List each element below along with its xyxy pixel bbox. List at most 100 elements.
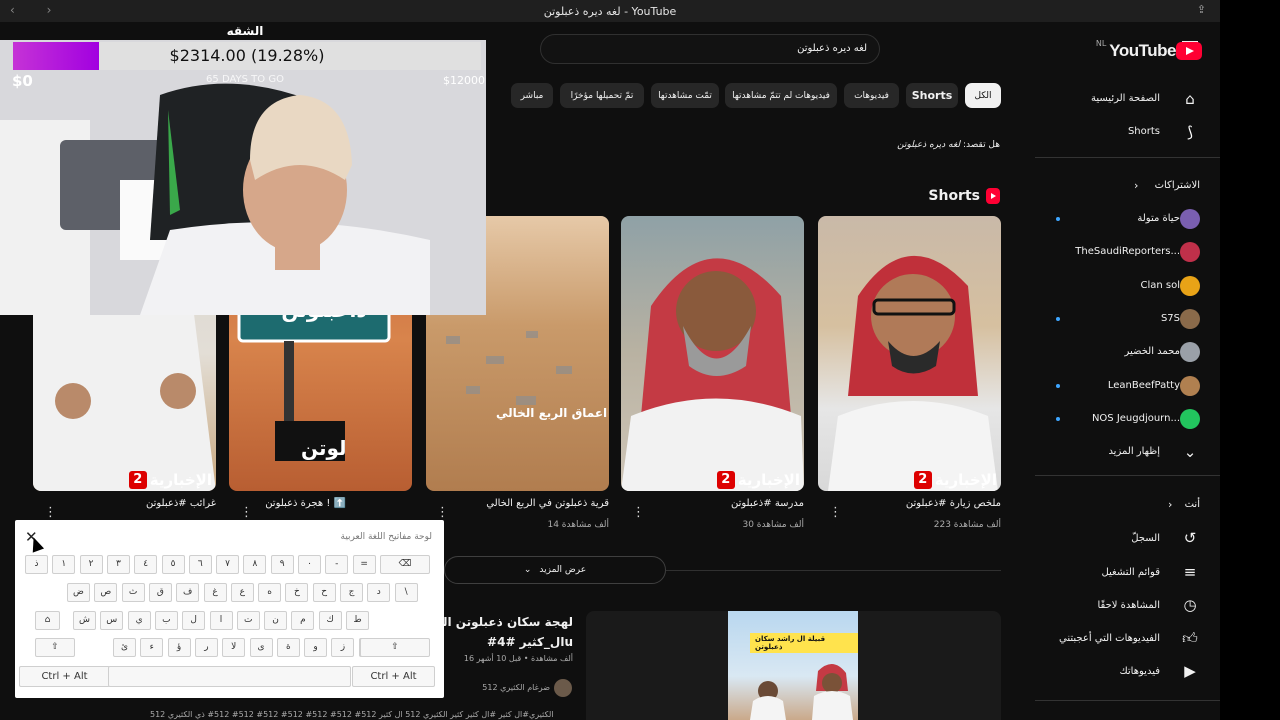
- short-title[interactable]: مدرسة #ذعبلوتن: [621, 498, 804, 509]
- more-options-icon[interactable]: ⋮: [829, 505, 842, 520]
- youtube-logo[interactable]: YouTube NL: [1082, 38, 1202, 64]
- key[interactable]: ل: [182, 611, 206, 630]
- more-options-icon[interactable]: ⋮: [44, 505, 57, 520]
- sidebar-subscription[interactable]: LeanBeefPatty: [1030, 380, 1180, 391]
- short-title[interactable]: قرية ذعبلوتن في الربع الخالي: [426, 498, 609, 509]
- key[interactable]: ف: [176, 583, 200, 602]
- ctrl-alt-left-key[interactable]: Ctrl + Alt: [19, 666, 110, 687]
- key[interactable]: غ: [203, 583, 227, 602]
- key[interactable]: -: [325, 555, 349, 574]
- key[interactable]: ٨: [243, 555, 267, 574]
- search-input[interactable]: لغه ديره ذعبلوتن: [540, 34, 880, 64]
- key[interactable]: ١: [52, 555, 76, 574]
- key[interactable]: ٤: [134, 555, 158, 574]
- key[interactable]: =: [352, 555, 376, 574]
- channel-avatar[interactable]: [554, 679, 572, 697]
- key[interactable]: ه: [258, 583, 282, 602]
- person-illustration: [621, 258, 804, 491]
- key[interactable]: د: [367, 583, 391, 602]
- chip-watched[interactable]: تمّت مشاهدتها: [651, 83, 719, 108]
- shift-left-key[interactable]: ⇧: [35, 638, 75, 657]
- sidebar-item-playlists[interactable]: قوائم التشغيل: [1010, 567, 1160, 578]
- key[interactable]: ك: [318, 611, 342, 630]
- nav-arrows-icon[interactable]: ‹ ›: [10, 3, 65, 17]
- key[interactable]: ٢: [79, 555, 103, 574]
- chip-shorts[interactable]: Shorts: [906, 83, 958, 108]
- key[interactable]: ؤ: [167, 638, 191, 657]
- sidebar-item-shorts[interactable]: Shorts: [1010, 126, 1160, 137]
- sidebar-subscription[interactable]: حياة متولة: [1030, 213, 1180, 224]
- key[interactable]: ع: [230, 583, 254, 602]
- key[interactable]: ٧: [216, 555, 240, 574]
- key[interactable]: ذ: [25, 555, 48, 574]
- sidebar-item-home[interactable]: الصفحة الرئيسية: [1010, 93, 1160, 104]
- sidebar-show-more[interactable]: إظهار المزيد: [1010, 446, 1160, 457]
- key[interactable]: ن: [264, 611, 288, 630]
- key[interactable]: ي: [127, 611, 151, 630]
- sidebar-subscription[interactable]: TheSaudiReporters...: [1030, 246, 1180, 257]
- key[interactable]: ٣: [106, 555, 130, 574]
- key[interactable]: ت: [236, 611, 260, 630]
- more-options-icon[interactable]: ⋮: [632, 505, 645, 520]
- shorts-show-more-button[interactable]: ⌄ عرض المزيد: [444, 556, 666, 584]
- share-icon[interactable]: ⇪: [1197, 3, 1206, 16]
- sidebar-item-watch-later[interactable]: المشاهدة لاحقًا: [1010, 600, 1160, 611]
- chip-videos[interactable]: فيديوهات: [844, 83, 899, 108]
- key[interactable]: ء: [140, 638, 164, 657]
- window-title: لغه ديره ذعبلوتن - YouTube: [543, 4, 677, 18]
- key[interactable]: ة: [276, 638, 300, 657]
- key[interactable]: ز: [331, 638, 355, 657]
- key[interactable]: ح: [312, 583, 336, 602]
- key[interactable]: ئ: [113, 638, 136, 657]
- key[interactable]: ٥: [161, 555, 185, 574]
- channel-name[interactable]: ضرغام الكثيري 512: [482, 683, 550, 692]
- sidebar-item-liked[interactable]: الفيديوهات التي أعجبتني: [1010, 633, 1160, 644]
- key[interactable]: ٦: [188, 555, 212, 574]
- chip-live[interactable]: مباشر: [511, 83, 553, 108]
- did-you-mean-query[interactable]: لغه ديره ذعبلوتن: [897, 140, 960, 150]
- sidebar-subscription[interactable]: محمد الخضير: [1030, 346, 1180, 357]
- key[interactable]: ط: [346, 611, 369, 630]
- short-thumbnail[interactable]: 2 الإخبارية: [818, 216, 1001, 491]
- key[interactable]: خ: [285, 583, 309, 602]
- ctrl-alt-right-key[interactable]: Ctrl + Alt: [352, 666, 435, 687]
- short-title[interactable]: غرائب #ذعبلوتن: [33, 498, 216, 509]
- key[interactable]: ٩: [270, 555, 294, 574]
- more-options-icon[interactable]: ⋮: [436, 505, 449, 520]
- key[interactable]: ٠: [298, 555, 321, 574]
- chip-all[interactable]: الكل: [965, 83, 1001, 108]
- sidebar-item-your-videos[interactable]: فيديوهاتك: [1010, 666, 1160, 677]
- chip-recent[interactable]: تمّ تحميلها مؤخرًا: [560, 83, 644, 108]
- you-header[interactable]: أنت: [1185, 499, 1200, 510]
- sidebar-subscription[interactable]: S7S: [1030, 313, 1180, 324]
- short-title[interactable]: ملخص زيارة #ذعبلوتن: [818, 498, 1001, 509]
- key[interactable]: ث: [121, 583, 145, 602]
- more-options-icon[interactable]: ⋮: [240, 505, 253, 520]
- key[interactable]: ق: [148, 583, 172, 602]
- key[interactable]: ا: [209, 611, 233, 630]
- key[interactable]: س: [100, 611, 124, 630]
- space-key[interactable]: [108, 666, 351, 687]
- key[interactable]: ض: [67, 583, 90, 602]
- subscriptions-header[interactable]: الاشتراكات: [1155, 180, 1200, 191]
- home-key[interactable]: ⌂: [35, 611, 60, 630]
- key[interactable]: لا: [222, 638, 246, 657]
- key[interactable]: \: [394, 583, 418, 602]
- sidebar-item-history[interactable]: السجلّ: [1010, 533, 1160, 544]
- chip-unwatched[interactable]: فيديوهات لم تتمّ مشاهدتها: [725, 83, 837, 108]
- sidebar-subscription[interactable]: Clan sol: [1030, 280, 1180, 291]
- key[interactable]: ر: [194, 638, 218, 657]
- key[interactable]: ب: [154, 611, 178, 630]
- key[interactable]: ج: [340, 583, 363, 602]
- key[interactable]: ص: [94, 583, 118, 602]
- key[interactable]: و: [304, 638, 328, 657]
- sidebar-subscription[interactable]: NOS Jeugdjourn...: [1030, 413, 1180, 424]
- shift-right-key[interactable]: ⇧: [360, 638, 430, 657]
- video-thumbnail[interactable]: قبيلة ال راشد سكان ذعبلوتن: [586, 611, 1001, 720]
- short-thumbnail[interactable]: 2 الإخبارية: [621, 216, 804, 491]
- key[interactable]: ش: [73, 611, 96, 630]
- did-you-mean[interactable]: هل تقصد: لغه ديره ذعبلوتن: [880, 140, 1000, 150]
- key[interactable]: م: [291, 611, 315, 630]
- key[interactable]: ى: [249, 638, 273, 657]
- backspace-key[interactable]: ⌫: [380, 555, 430, 574]
